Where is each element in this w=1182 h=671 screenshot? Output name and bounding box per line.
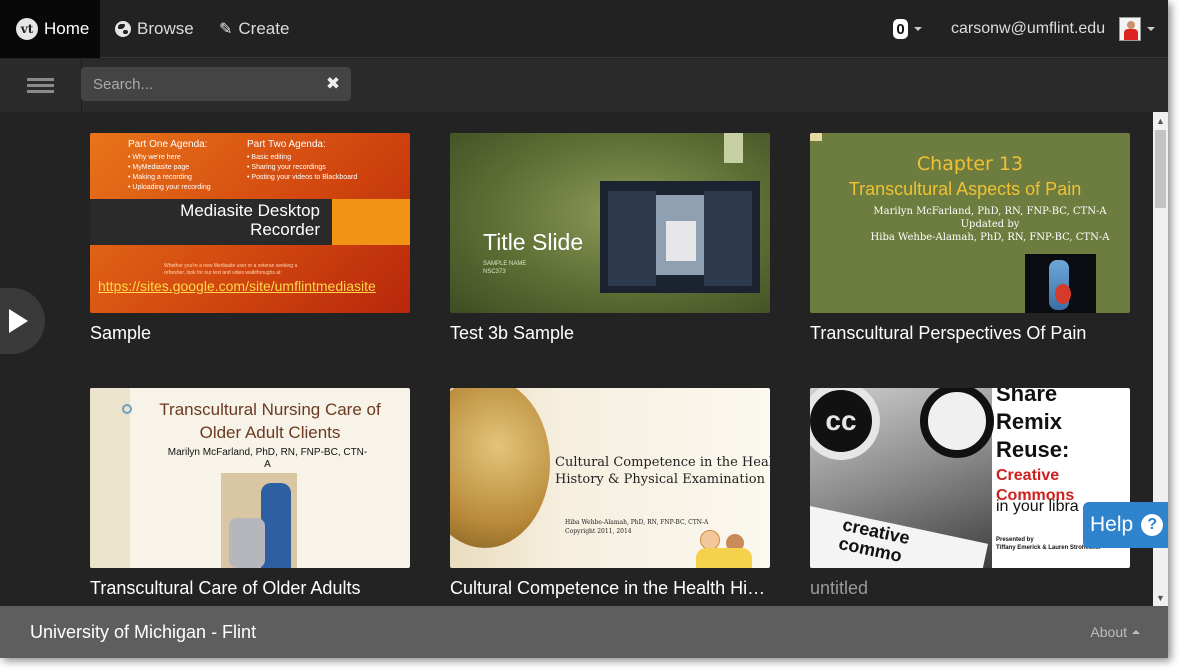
notifications-badge: 0 [893,19,908,39]
presentation-title[interactable]: Cultural Competence in the Health Histor… [450,578,770,599]
help-button[interactable]: Help ? [1083,502,1168,548]
nav-browse-label: Browse [137,19,194,38]
notifications-dropdown[interactable]: 0 [893,0,922,58]
nav-create-label: Create [238,19,290,38]
presentation-title[interactable]: Sample [90,323,410,344]
presentation-title[interactable]: Transcultural Care of Older Adults [90,578,410,599]
presentation-card[interactable]: cc creative commo Share Remix Reuse: Cre… [810,388,1130,599]
search-box: ✖ [81,67,351,101]
app-window: vt Home Browse ✎ Create 0 carsonw@umflin… [0,0,1168,658]
presentation-title[interactable]: Test 3b Sample [450,323,770,344]
presentation-thumbnail[interactable]: Part One Agenda: • Why we're here • MyMe… [90,133,410,313]
presentation-card[interactable]: Part One Agenda: • Why we're here • MyMe… [90,133,410,344]
presentation-grid: Part One Agenda: • Why we're here • MyMe… [0,112,1153,606]
toolbar: ✖ [0,59,1168,112]
search-input[interactable] [81,67,321,101]
nav-browse[interactable]: Browse [115,0,194,58]
nav-home[interactable]: vt Home [0,0,100,58]
chevron-down-icon [914,27,922,31]
chevron-up-icon[interactable]: ▲ [1153,113,1168,128]
presentation-title[interactable]: untitled [810,578,1130,599]
footer: University of Michigan - Flint About [0,606,1168,658]
presentation-card[interactable]: Chapter 13 Transcultural Aspects of Pain… [810,133,1130,344]
organization-name: University of Michigan - Flint [30,622,257,642]
presentation-thumbnail[interactable]: Transcultural Nursing Care of Older Adul… [90,388,410,568]
user-menu[interactable]: carsonw@umflint.edu [951,0,1156,58]
play-icon [9,309,28,333]
pencil-icon: ✎ [219,21,233,38]
presentation-title[interactable]: Transcultural Perspectives Of Pain [810,323,1130,344]
question-icon: ? [1141,514,1164,536]
presentation-card[interactable]: Cultural Competence in the Health Histor… [450,388,770,599]
about-dropdown[interactable]: About [1090,624,1140,640]
presentation-card[interactable]: Title Slide SAMPLE NAME NSC373 Test 3b S… [450,133,770,344]
hamburger-menu-button[interactable] [0,59,82,112]
chevron-down-icon [1147,27,1156,31]
presentation-card[interactable]: Transcultural Nursing Care of Older Adul… [90,388,410,599]
about-label: About [1090,624,1127,640]
avatar [1119,17,1142,41]
nav-home-label: Home [44,19,90,38]
chevron-up-icon [1132,630,1140,634]
nav-create[interactable]: ✎ Create [219,0,289,58]
presentation-thumbnail[interactable]: Title Slide SAMPLE NAME NSC373 [450,133,770,313]
presentation-thumbnail[interactable]: Cultural Competence in the Health Histor… [450,388,770,568]
scrollbar-thumb[interactable] [1155,130,1166,208]
help-label: Help [1090,513,1134,536]
chevron-down-icon[interactable]: ▼ [1153,590,1168,605]
vt-logo-icon: vt [16,18,38,40]
presentation-thumbnail[interactable]: cc creative commo Share Remix Reuse: Cre… [810,388,1130,568]
presentation-thumbnail[interactable]: Chapter 13 Transcultural Aspects of Pain… [810,133,1130,313]
top-navbar: vt Home Browse ✎ Create 0 carsonw@umflin… [0,0,1168,58]
close-icon[interactable]: ✖ [323,74,343,94]
user-email: carsonw@umflint.edu [951,20,1106,37]
globe-icon [115,21,131,37]
